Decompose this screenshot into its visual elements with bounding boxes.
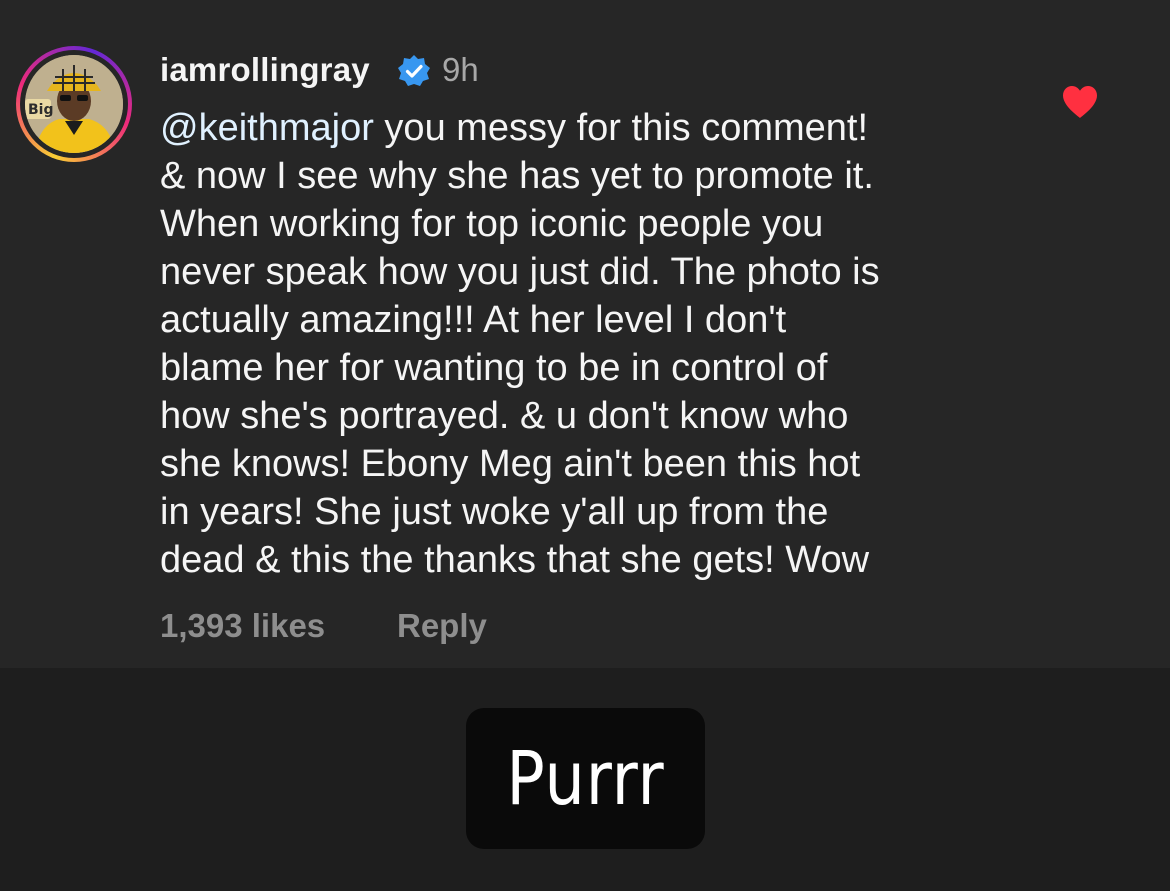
avatar-image: Big: [25, 55, 123, 153]
comment-line: @keithmajor you messy for this comment!: [160, 104, 1060, 152]
comment-card: Big iamrollingray 9h @keithmajor you mes…: [0, 0, 1170, 668]
heart-filled-icon[interactable]: [1061, 84, 1099, 120]
comment-line: dead & this the thanks that she gets! Wo…: [160, 539, 870, 581]
avatar-ring-gap: Big: [20, 50, 128, 158]
verified-badge-icon: [398, 55, 430, 86]
comment-line: she knows! Ebony Meg ain't been this hot: [160, 443, 861, 485]
comment-line: never speak how you just did. The photo …: [160, 251, 880, 293]
comment-line: actually amazing!!! At her level I don't: [160, 299, 787, 341]
comment-line: how she's portrayed. & u don't know who: [160, 395, 849, 437]
mention-link[interactable]: @keithmajor: [160, 107, 374, 149]
comment-line: & now I see why she has yet to promote i…: [160, 155, 874, 197]
comment-text: @keithmajor you messy for this comment! …: [160, 104, 1060, 584]
sticker-text: Purrr: [506, 736, 665, 822]
comment-username[interactable]: iamrollingray: [160, 51, 370, 89]
comment-line: When working for top iconic people you: [160, 203, 824, 245]
avatar[interactable]: Big: [16, 46, 132, 162]
comment-line-text: you messy for this comment!: [373, 107, 869, 149]
purrr-sticker: Purrr: [466, 708, 705, 849]
comment-timestamp: 9h: [442, 51, 479, 88]
likes-count[interactable]: 1,393 likes: [160, 607, 325, 645]
comment-line: in years! She just woke y'all up from th…: [160, 491, 829, 533]
reply-button[interactable]: Reply: [397, 607, 487, 645]
comment-line: blame her for wanting to be in control o…: [160, 347, 828, 389]
avatar-logo-text: Big: [28, 102, 54, 118]
